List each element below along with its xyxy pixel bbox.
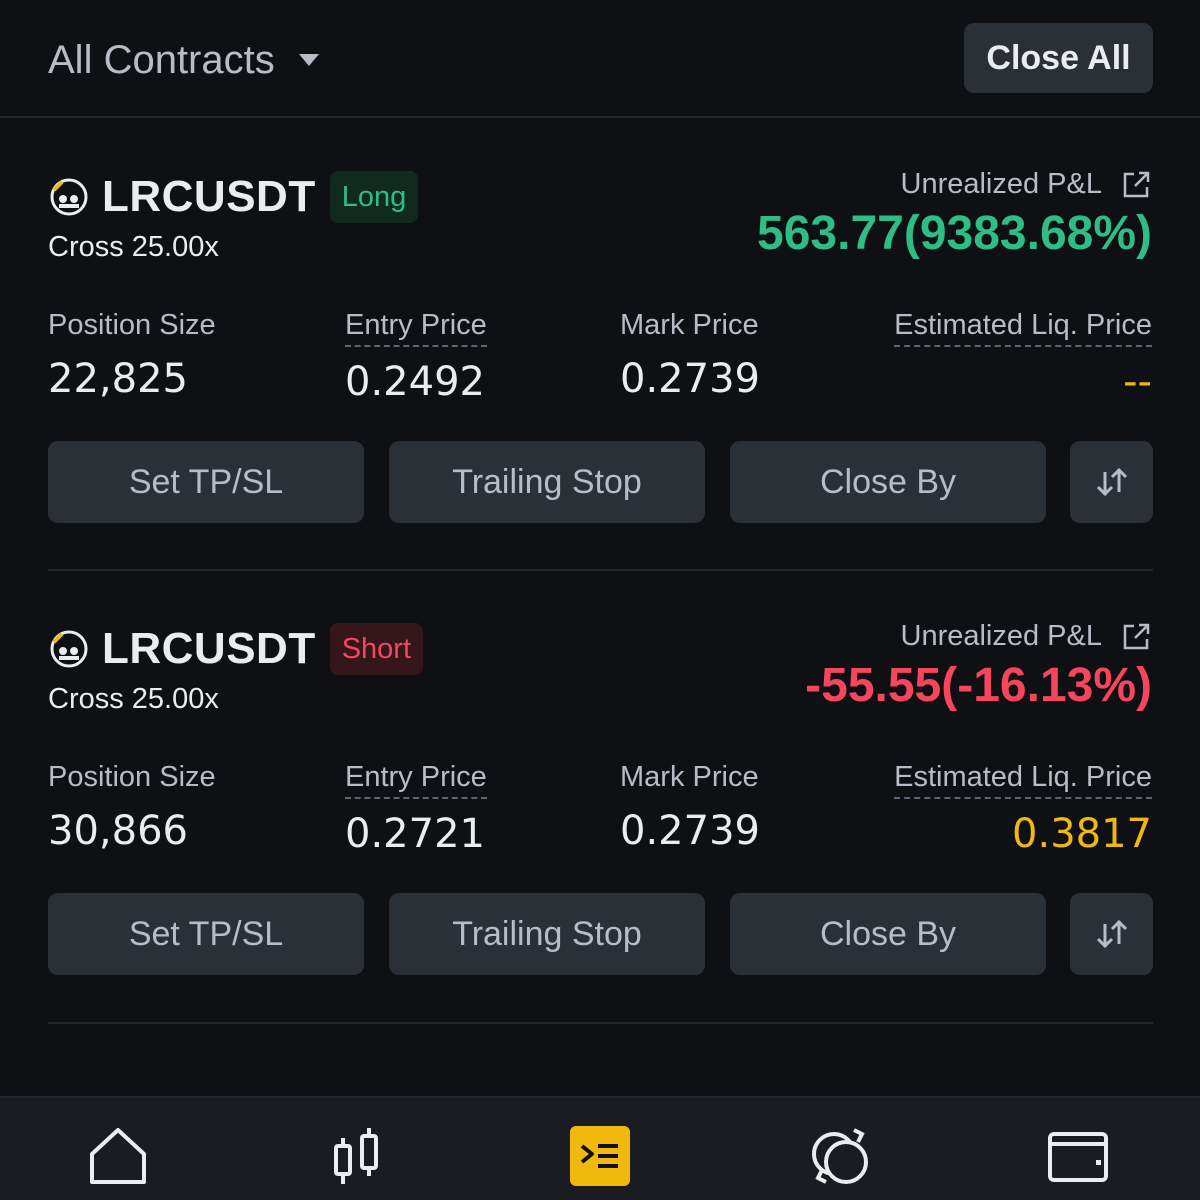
set-tpsl-button[interactable]: Set TP/SL <box>48 893 364 975</box>
contracts-filter-dropdown[interactable]: All Contracts <box>48 34 319 86</box>
coin-icon <box>50 630 88 668</box>
home-icon <box>90 1128 146 1184</box>
entry-price-label[interactable]: Entry Price <box>345 758 487 799</box>
nav-markets[interactable] <box>326 1124 390 1188</box>
swap-arrows-icon <box>1096 467 1127 497</box>
trade-icon <box>812 1128 868 1184</box>
pnl-label: Unrealized P&L <box>900 620 1103 652</box>
positions-header: All Contracts Close All <box>0 0 1200 118</box>
pnl-value: 563.77(9383.68%) <box>757 207 1152 260</box>
side-badge: Short <box>329 623 424 675</box>
margin-mode: Cross 25.00x <box>48 231 219 263</box>
entry-price-value: 0.2492 <box>345 359 485 405</box>
markets-icon <box>334 1128 378 1184</box>
side-badge: Long <box>329 171 419 223</box>
symbol-name: LRCUSDT <box>102 172 316 221</box>
symbol-row: LRCUSDT Long <box>48 170 419 224</box>
pnl-label: Unrealized P&L <box>900 168 1103 200</box>
position-card: LRCUSDT Short Cross 25.00x Unrealized P&… <box>0 570 1200 1024</box>
contracts-filter-label: All Contracts <box>48 37 275 82</box>
entry-price-value: 0.2721 <box>345 811 485 857</box>
pnl-label-row: Unrealized P&L <box>901 620 1153 653</box>
symbol-row: LRCUSDT Short <box>48 622 424 676</box>
share-icon[interactable] <box>1120 621 1152 653</box>
reverse-position-button[interactable] <box>1070 441 1153 523</box>
nav-home[interactable] <box>86 1124 150 1188</box>
entry-price: Entry Price 0.2721 <box>345 758 487 857</box>
position-card: LRCUSDT Long Cross 25.00x Unrealized P&L… <box>0 118 1200 571</box>
position-size: Position Size 30,866 <box>48 758 216 854</box>
position-size-value: 22,825 <box>48 356 188 402</box>
close-by-button[interactable]: Close By <box>730 441 1046 523</box>
mark-price: Mark Price 0.2739 <box>620 758 760 854</box>
wallet-icon <box>1048 1132 1108 1182</box>
entry-price: Entry Price 0.2492 <box>345 306 487 405</box>
bottom-nav <box>0 1096 1200 1200</box>
close-all-button[interactable]: Close All <box>964 23 1153 93</box>
mark-price-value: 0.2739 <box>620 808 760 854</box>
entry-price-label[interactable]: Entry Price <box>345 306 487 347</box>
mark-price-value: 0.2739 <box>620 356 760 402</box>
mark-price-label: Mark Price <box>620 309 759 341</box>
pnl-label-row: Unrealized P&L <box>901 168 1153 201</box>
coin-icon <box>50 178 88 216</box>
nav-trade[interactable] <box>808 1124 872 1188</box>
mark-price-label: Mark Price <box>620 761 759 793</box>
swap-arrows-icon <box>1096 919 1127 949</box>
reverse-position-button[interactable] <box>1070 893 1153 975</box>
nav-positions[interactable] <box>568 1124 632 1188</box>
liq-price-value: 0.3817 <box>1012 811 1152 857</box>
close-by-button[interactable]: Close By <box>730 893 1046 975</box>
trailing-stop-button[interactable]: Trailing Stop <box>389 893 705 975</box>
trailing-stop-button[interactable]: Trailing Stop <box>389 441 705 523</box>
positions-icon <box>570 1126 630 1186</box>
mark-price: Mark Price 0.2739 <box>620 306 760 402</box>
position-size-value: 30,866 <box>48 808 188 854</box>
liq-price: Estimated Liq. Price -- <box>894 306 1152 405</box>
margin-mode: Cross 25.00x <box>48 683 219 715</box>
caret-down-icon <box>298 54 319 66</box>
liq-price-label[interactable]: Estimated Liq. Price <box>894 758 1152 799</box>
set-tpsl-button[interactable]: Set TP/SL <box>48 441 364 523</box>
position-divider <box>48 1022 1153 1024</box>
position-size-label: Position Size <box>48 309 216 341</box>
liq-price-value: -- <box>1123 359 1152 405</box>
pnl-value: -55.55(-16.13%) <box>805 659 1152 712</box>
symbol-name: LRCUSDT <box>102 624 316 673</box>
nav-wallet[interactable] <box>1046 1124 1110 1188</box>
liq-price-label[interactable]: Estimated Liq. Price <box>894 306 1152 347</box>
liq-price: Estimated Liq. Price 0.3817 <box>894 758 1152 857</box>
share-icon[interactable] <box>1120 169 1152 201</box>
position-size-label: Position Size <box>48 761 216 793</box>
position-size: Position Size 22,825 <box>48 306 216 402</box>
